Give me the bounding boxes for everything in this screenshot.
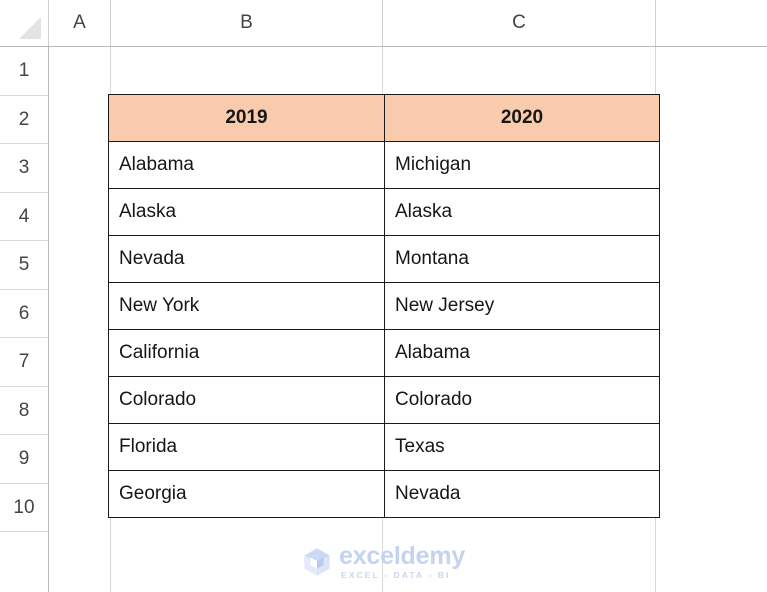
watermark-tagline: EXCEL - DATA - BI: [341, 570, 451, 580]
row-header-6[interactable]: 6: [0, 290, 48, 338]
column-header-b[interactable]: B: [111, 0, 383, 46]
watermark-name: exceldemy: [339, 542, 466, 570]
exceldemy-cube-logo-icon: [304, 548, 330, 576]
table-cell[interactable]: New Jersey: [384, 282, 660, 330]
column-header-d[interactable]: [656, 0, 767, 46]
table-cell[interactable]: Nevada: [108, 235, 385, 283]
table-cell[interactable]: California: [108, 329, 385, 377]
spreadsheet-canvas: A B C 1 2 3 4 5 6 7 8 9 10 2019 2020 Alabama Michi…: [0, 0, 767, 592]
row-header-1[interactable]: 1: [0, 47, 48, 96]
table-cell[interactable]: Alabama: [108, 141, 385, 189]
table-row: Georgia Nevada: [108, 470, 660, 518]
table-cell[interactable]: Texas: [384, 423, 660, 471]
states-table: 2019 2020 Alabama Michigan Alaska Alaska Nev…: [108, 94, 660, 518]
row-header-9[interactable]: 9: [0, 435, 48, 484]
table-cell[interactable]: Colorado: [384, 376, 660, 424]
table-row: Alabama Michigan: [108, 141, 660, 189]
table-row: Florida Texas: [108, 423, 660, 471]
row-header-7[interactable]: 7: [0, 338, 48, 387]
table-cell[interactable]: Nevada: [384, 470, 660, 518]
select-all-button[interactable]: [0, 0, 49, 46]
table-header-2020[interactable]: 2020: [384, 94, 660, 142]
table-cell[interactable]: Georgia: [108, 470, 385, 518]
row-header-4[interactable]: 4: [0, 193, 48, 241]
table-row: Alaska Alaska: [108, 188, 660, 236]
table-cell[interactable]: Michigan: [384, 141, 660, 189]
row-header-10[interactable]: 10: [0, 484, 48, 532]
table-row: California Alabama: [108, 329, 660, 377]
table-row: New York New Jersey: [108, 282, 660, 330]
row-header-bar: 1 2 3 4 5 6 7 8 9 10: [0, 47, 49, 592]
row-header-2[interactable]: 2: [0, 96, 48, 144]
row-header-5[interactable]: 5: [0, 241, 48, 290]
table-cell[interactable]: New York: [108, 282, 385, 330]
table-cell[interactable]: Alaska: [384, 188, 660, 236]
table-header-row: 2019 2020: [108, 94, 660, 142]
column-header-a[interactable]: A: [49, 0, 111, 46]
row-header-3[interactable]: 3: [0, 144, 48, 193]
column-header-c[interactable]: C: [383, 0, 656, 46]
select-all-triangle-icon: [19, 17, 41, 39]
row-header-8[interactable]: 8: [0, 387, 48, 435]
table-cell[interactable]: Florida: [108, 423, 385, 471]
table-cell[interactable]: Alaska: [108, 188, 385, 236]
exceldemy-watermark: exceldemy EXCEL - DATA - BI: [302, 544, 465, 580]
column-header-bar: A B C: [0, 0, 767, 47]
table-row: Colorado Colorado: [108, 376, 660, 424]
table-row: Nevada Montana: [108, 235, 660, 283]
table-cell[interactable]: Montana: [384, 235, 660, 283]
table-cell[interactable]: Alabama: [384, 329, 660, 377]
table-cell[interactable]: Colorado: [108, 376, 385, 424]
table-header-2019[interactable]: 2019: [108, 94, 385, 142]
